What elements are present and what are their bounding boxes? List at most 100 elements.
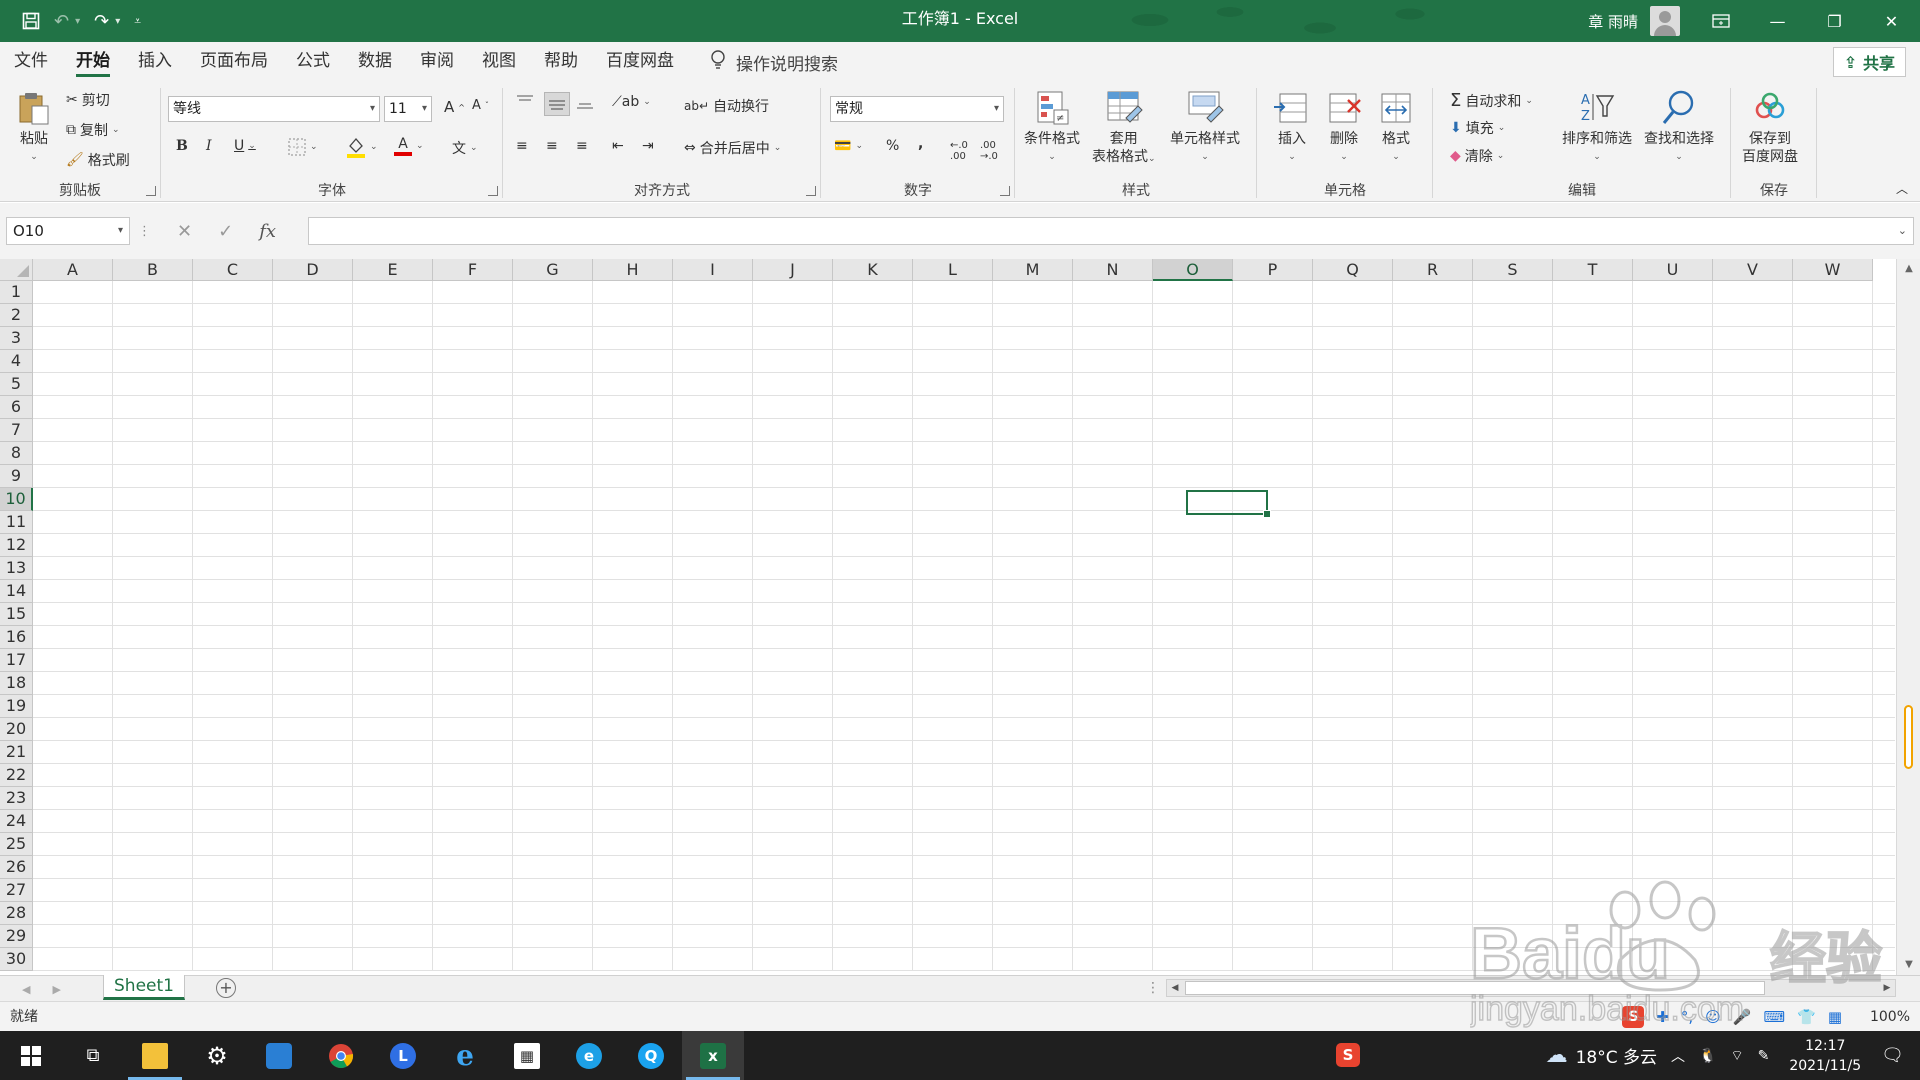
align-center-button[interactable]: ≡ xyxy=(546,138,558,154)
font-color-button[interactable]: A ⌄ xyxy=(394,136,424,156)
row-header[interactable]: 24 xyxy=(0,810,33,833)
column-header[interactable]: B xyxy=(113,259,193,281)
row-header[interactable]: 5 xyxy=(0,373,33,396)
ime-emoji-icon[interactable]: ☺ xyxy=(1705,1008,1721,1026)
increase-decimal-button[interactable]: ←.0.00 xyxy=(950,140,968,162)
taskbar-store[interactable]: ▦ xyxy=(496,1031,558,1080)
column-header[interactable]: S xyxy=(1473,259,1553,281)
row-header[interactable]: 30 xyxy=(0,948,33,971)
column-header[interactable]: Q xyxy=(1313,259,1393,281)
column-header[interactable]: T xyxy=(1553,259,1633,281)
tab-insert[interactable]: 插入 xyxy=(124,42,186,82)
row-header[interactable]: 19 xyxy=(0,695,33,718)
alignment-launcher-icon[interactable] xyxy=(806,186,816,196)
insert-function-icon[interactable]: fx xyxy=(259,221,276,242)
share-button[interactable]: ⇪ 共享 xyxy=(1832,47,1906,77)
delete-cells-button[interactable]: 删除 ⌄ xyxy=(1324,88,1364,166)
tab-help[interactable]: 帮助 xyxy=(530,42,592,82)
row-header[interactable]: 1 xyxy=(0,281,33,304)
restore-icon[interactable]: ❐ xyxy=(1806,0,1863,42)
scroll-right-icon[interactable]: ▶ xyxy=(1879,980,1895,996)
row-header[interactable]: 26 xyxy=(0,856,33,879)
column-header[interactable]: G xyxy=(513,259,593,281)
autosum-button[interactable]: Σ 自动求和 ⌄ xyxy=(1450,90,1533,111)
qq-tray-icon[interactable]: 🐧 xyxy=(1699,1048,1716,1064)
enter-icon[interactable]: ✓ xyxy=(218,221,233,242)
redo-icon[interactable]: ↷ xyxy=(94,11,109,32)
undo-icon[interactable]: ↶ xyxy=(54,11,69,32)
fill-color-button[interactable]: ⌄ xyxy=(346,136,378,158)
chevron-down-icon[interactable]: ⌄ xyxy=(416,141,424,151)
column-header[interactable]: O xyxy=(1153,259,1233,281)
row-header[interactable]: 16 xyxy=(0,626,33,649)
ime-punct-icon[interactable]: °, xyxy=(1681,1008,1693,1026)
task-view-button[interactable]: ⧉ xyxy=(62,1031,124,1080)
tab-baidu-netdisk[interactable]: 百度网盘 xyxy=(592,42,688,82)
increase-indent-button[interactable]: ⇥ xyxy=(642,138,654,154)
paste-dropdown-icon[interactable]: ⌄ xyxy=(30,148,38,166)
taskbar-settings[interactable]: ⚙ xyxy=(186,1031,248,1080)
font-launcher-icon[interactable] xyxy=(488,186,498,196)
phonetic-guide-button[interactable]: 文 ⌄ xyxy=(452,138,478,158)
column-header[interactable]: J xyxy=(753,259,833,281)
column-header[interactable]: M xyxy=(993,259,1073,281)
chevron-down-icon[interactable]: ⌄ xyxy=(248,141,256,151)
row-header[interactable]: 15 xyxy=(0,603,33,626)
action-center-icon[interactable]: 🗨 xyxy=(1881,1045,1904,1066)
row-header[interactable]: 28 xyxy=(0,902,33,925)
ime-grid-icon[interactable]: ▦ xyxy=(1828,1008,1842,1026)
row-header[interactable]: 10 xyxy=(0,488,33,511)
row-header[interactable]: 17 xyxy=(0,649,33,672)
customize-qat-icon[interactable]: ⩡ xyxy=(134,14,141,29)
row-header[interactable]: 21 xyxy=(0,741,33,764)
shrink-font-button[interactable]: Aˇ xyxy=(472,98,489,113)
scroll-down-icon[interactable]: ▼ xyxy=(1897,955,1920,975)
column-header[interactable]: N xyxy=(1073,259,1153,281)
font-size-select[interactable]: 11 ▾ xyxy=(384,96,432,122)
ime-mic-icon[interactable]: 🎤 xyxy=(1733,1008,1752,1026)
chevron-down-icon[interactable]: ⌄ xyxy=(1525,96,1533,106)
fill-button[interactable]: ⬇ 填充 ⌄ xyxy=(1450,118,1505,138)
column-header[interactable]: F xyxy=(433,259,513,281)
column-header[interactable]: C xyxy=(193,259,273,281)
row-header[interactable]: 8 xyxy=(0,442,33,465)
taskbar-photos[interactable] xyxy=(248,1031,310,1080)
taskbar-360-browser[interactable]: e xyxy=(558,1031,620,1080)
sheet-prev-icon[interactable]: ◀ xyxy=(22,983,30,996)
show-hidden-icons-icon[interactable]: ︿ xyxy=(1671,1046,1685,1066)
row-header[interactable]: 29 xyxy=(0,925,33,948)
column-header[interactable]: R xyxy=(1393,259,1473,281)
format-cells-button[interactable]: 格式 ⌄ xyxy=(1376,88,1416,166)
sogou-tray-icon[interactable]: S xyxy=(1336,1043,1360,1067)
percent-button[interactable]: % xyxy=(886,138,899,154)
select-all-button[interactable] xyxy=(0,259,33,281)
wrap-text-button[interactable]: ab↵ 自动换行 xyxy=(684,96,769,116)
chevron-down-icon[interactable]: ⌄ xyxy=(774,143,782,153)
chevron-down-icon[interactable]: ▾ xyxy=(118,218,123,244)
chevron-down-icon[interactable]: ⌄ xyxy=(1498,123,1506,133)
save-icon[interactable] xyxy=(22,12,40,30)
tab-home[interactable]: 开始 xyxy=(62,42,124,82)
vertical-scroll-thumb[interactable] xyxy=(1904,705,1913,769)
row-header[interactable]: 11 xyxy=(0,511,33,534)
taskbar-qq-browser[interactable]: Q xyxy=(620,1031,682,1080)
expand-formula-bar-icon[interactable]: ⌄ xyxy=(1898,224,1907,237)
column-header[interactable]: P xyxy=(1233,259,1313,281)
find-select-button[interactable]: 查找和选择 ⌄ xyxy=(1644,88,1714,166)
minimize-icon[interactable]: — xyxy=(1749,0,1806,42)
sheet-next-icon[interactable]: ▶ xyxy=(52,983,60,996)
formula-input[interactable]: ⌄ xyxy=(308,217,1914,245)
undo-dropdown-icon[interactable]: ▾ xyxy=(75,16,80,27)
collapse-ribbon-icon[interactable]: ︿ xyxy=(1896,180,1908,197)
ime-plus-icon[interactable]: ✚ xyxy=(1656,1008,1669,1026)
chevron-down-icon[interactable]: ⌄ xyxy=(643,97,651,107)
sogou-ime-icon[interactable]: S xyxy=(1622,1006,1645,1028)
taskbar-lark[interactable]: L xyxy=(372,1031,434,1080)
row-header[interactable]: 23 xyxy=(0,787,33,810)
start-button[interactable] xyxy=(0,1031,62,1080)
accounting-format-button[interactable]: 💳 ⌄ xyxy=(834,138,863,154)
pen-icon[interactable]: ✎ xyxy=(1758,1048,1770,1064)
column-header[interactable]: I xyxy=(673,259,753,281)
cancel-icon[interactable]: ✕ xyxy=(177,221,192,242)
italic-button[interactable]: I xyxy=(206,138,212,154)
